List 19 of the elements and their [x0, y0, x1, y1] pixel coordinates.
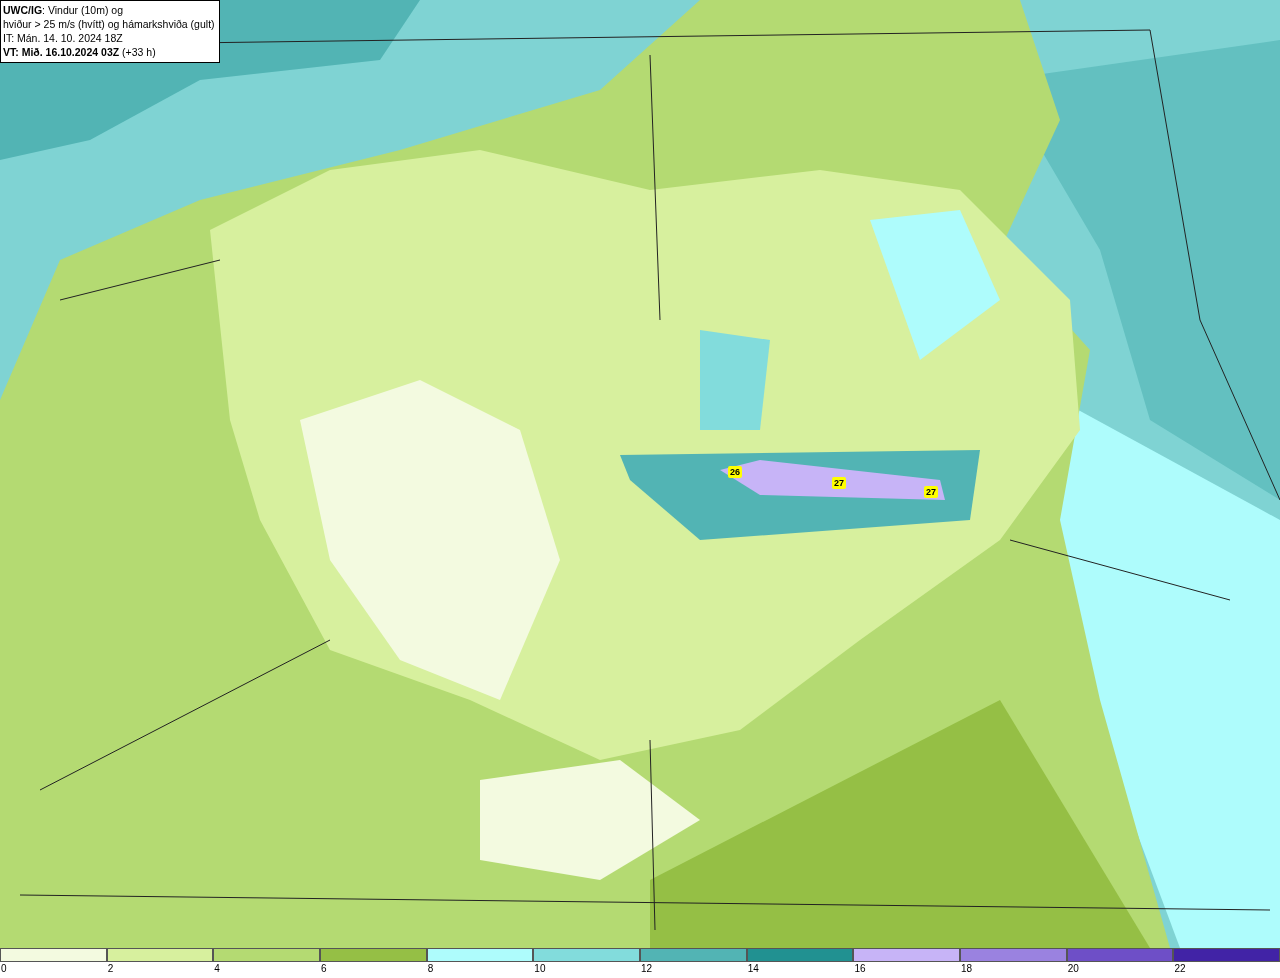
legend-text: VT: Mið. 16.10.2024 03Z (+33 h): [3, 45, 157, 59]
legend-text: IT: Mán. 14. 10. 2024 18Z: [3, 31, 124, 45]
tick-label: 16: [853, 962, 866, 976]
tick-label: 8: [426, 962, 434, 976]
tick-label: 18: [960, 962, 973, 976]
gust-label: 27: [924, 486, 938, 498]
tick-label: 2: [106, 962, 114, 976]
gust-label: 27: [832, 477, 846, 489]
legend-text: hviður > 25 m/s (hvítt) og hámarkshviða (gult): [3, 17, 215, 31]
tick-label: 14: [746, 962, 759, 976]
tick-label: 6: [320, 962, 327, 976]
tick-label: 12: [640, 962, 653, 976]
tick-label: 4: [213, 962, 220, 976]
gust-label: 26: [728, 466, 742, 478]
tick-label: 10: [533, 962, 546, 976]
legend-text: UWC/IG: Vindur (10m) og: [3, 3, 124, 17]
tick-label: 20: [1066, 962, 1079, 976]
tick-label: 0: [0, 962, 7, 976]
tick-label: 22: [1173, 962, 1186, 976]
